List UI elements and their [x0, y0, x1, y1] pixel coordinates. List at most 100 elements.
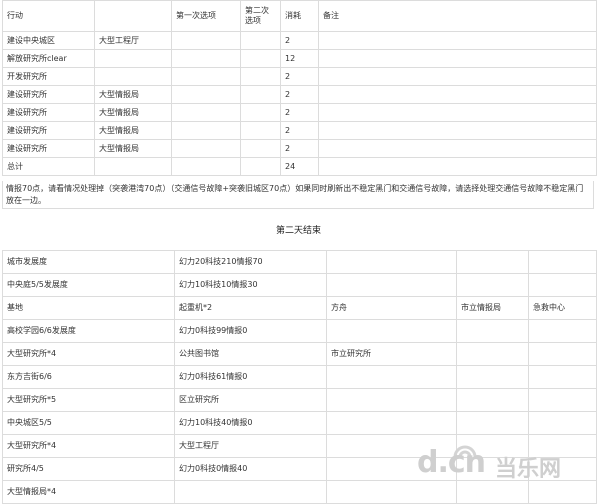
table-cell [171, 85, 241, 104]
table-cell: 建设研究所 [2, 139, 95, 158]
table-cell: 幻力0科技0情报40 [174, 457, 327, 481]
table-cell [240, 67, 281, 86]
table-cell [318, 139, 597, 158]
table-cell [456, 434, 529, 458]
status-table: 城市发展度 幻力20科技210情报70 中央庭5/5发展度 幻力10科技10情报30 基… [2, 250, 597, 504]
table-cell: 中央庭5/5发展度 [2, 273, 175, 297]
table-cell [326, 411, 457, 435]
table-cell [456, 365, 529, 389]
table-cell: 城市发展度 [2, 250, 175, 274]
table-cell [318, 85, 597, 104]
table-cell: 大型工程厅 [94, 31, 172, 50]
header-cell [94, 0, 172, 32]
table-cell [240, 157, 281, 176]
table-cell [171, 157, 241, 176]
table-cell [326, 319, 457, 343]
table-cell [240, 103, 281, 122]
table-cell [456, 411, 529, 435]
table-row: 基地 起重机*2 方舟 市立情报局 急救中心 [2, 296, 597, 320]
table-cell: 大型情报局 [94, 139, 172, 158]
table-cell: 总计 [2, 157, 95, 176]
table-cell: 2 [280, 139, 319, 158]
table-cell: 幻力0科技61情报0 [174, 365, 327, 389]
table-cell: 建设研究所 [2, 85, 95, 104]
table-cell: 大型情报局*4 [2, 480, 175, 504]
table-row: 大型研究所*5 区立研究所 [2, 388, 597, 412]
table-cell [318, 49, 597, 68]
table-cell: 市立研究所 [326, 342, 457, 366]
table-cell: 大型研究所*4 [2, 434, 175, 458]
table-row: 建设中央城区 大型工程厅 2 [2, 31, 597, 50]
table-cell [528, 250, 597, 274]
table-cell: 大型工程厅 [174, 434, 327, 458]
table-cell [171, 103, 241, 122]
table-cell: 区立研究所 [174, 388, 327, 412]
table-cell: 解放研究所clear [2, 49, 95, 68]
table-cell: 急救中心 [528, 296, 597, 320]
table-cell: 大型研究所*4 [2, 342, 175, 366]
table-cell [94, 67, 172, 86]
table-cell: 大型研究所*5 [2, 388, 175, 412]
table-cell [318, 121, 597, 140]
table-row: 建设研究所 大型情报局 2 [2, 121, 597, 140]
action-table: 行动 第一次选项 第二次选项 消耗 备注 建设中央城区 大型工程厅 2 解放研究所cl… [2, 0, 597, 176]
table-cell [326, 250, 457, 274]
table-row: 开发研究所 2 [2, 67, 597, 86]
table-cell [528, 365, 597, 389]
table-cell: 大型情报局 [94, 103, 172, 122]
table-cell: 2 [280, 103, 319, 122]
table-cell: 2 [280, 85, 319, 104]
table-cell: 2 [280, 31, 319, 50]
table-cell: 基地 [2, 296, 175, 320]
table-row: 解放研究所clear 12 [2, 49, 597, 68]
table-cell [528, 342, 597, 366]
header-cell: 消耗 [280, 0, 319, 32]
table-cell: 建设研究所 [2, 121, 95, 140]
table-cell [528, 457, 597, 481]
table-cell [528, 480, 597, 504]
table-cell: 研究所4/5 [2, 457, 175, 481]
table-cell: 高校学园6/6发展度 [2, 319, 175, 343]
table-cell [528, 273, 597, 297]
table-cell [326, 457, 457, 481]
table-cell: 2 [280, 121, 319, 140]
table-cell [94, 49, 172, 68]
table-row: 大型情报局*4 [2, 480, 597, 504]
table-row: 高校学园6/6发展度 幻力0科技99情报0 [2, 319, 597, 343]
table-cell [240, 85, 281, 104]
table-cell [318, 103, 597, 122]
table-cell [456, 342, 529, 366]
table-cell: 方舟 [326, 296, 457, 320]
table-cell: 公共图书馆 [174, 342, 327, 366]
table-cell [240, 139, 281, 158]
section-title: 第二天结束 [275, 226, 321, 236]
table-cell: 幻力20科技210情报70 [174, 250, 327, 274]
table-cell: 2 [280, 67, 319, 86]
table-cell [456, 273, 529, 297]
table-cell [171, 31, 241, 50]
table-cell: 大型情报局 [94, 85, 172, 104]
table-cell [326, 388, 457, 412]
table-cell [456, 250, 529, 274]
table-cell [171, 49, 241, 68]
header-cell: 第一次选项 [171, 0, 241, 32]
table-cell [240, 31, 281, 50]
table-cell [240, 121, 281, 140]
table-cell [171, 121, 241, 140]
table-cell [456, 457, 529, 481]
table-row: 建设研究所 大型情报局 2 [2, 103, 597, 122]
table-cell [456, 480, 529, 504]
table-cell [318, 31, 597, 50]
table-cell: 市立情报局 [456, 296, 529, 320]
table-row: 中央城区5/5 幻力10科技40情报0 [2, 411, 597, 435]
action-table-header: 行动 第一次选项 第二次选项 消耗 备注 [2, 0, 597, 32]
table-cell [94, 157, 172, 176]
table-cell [171, 139, 241, 158]
table-cell [528, 388, 597, 412]
table-cell: 建设中央城区 [2, 31, 95, 50]
table-cell: 12 [280, 49, 319, 68]
table-row: 大型研究所*4 大型工程厅 [2, 434, 597, 458]
table-cell [528, 434, 597, 458]
table-row: 大型研究所*4 公共图书馆 市立研究所 [2, 342, 597, 366]
table-cell: 幻力10科技40情报0 [174, 411, 327, 435]
